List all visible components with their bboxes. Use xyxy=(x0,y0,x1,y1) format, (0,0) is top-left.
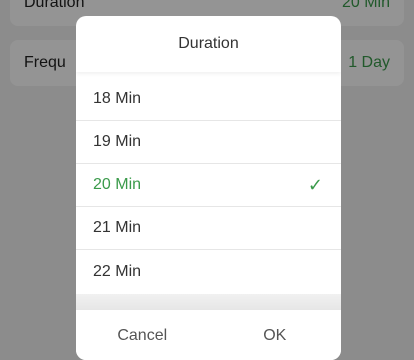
duration-picker-dialog: Duration 18 Min 19 Min 20 Min ✓ 21 Min 2… xyxy=(76,16,341,360)
check-icon: ✓ xyxy=(307,174,323,195)
option-item[interactable]: 22 Min xyxy=(76,250,341,293)
dialog-title: Duration xyxy=(76,16,341,72)
option-label: 20 Min xyxy=(93,176,142,193)
option-label: 19 Min xyxy=(93,133,142,150)
option-item-selected[interactable]: 20 Min ✓ xyxy=(76,164,341,207)
dialog-footer: Cancel OK xyxy=(76,312,341,360)
ok-button[interactable]: OK xyxy=(209,312,342,360)
list-scroll-fade xyxy=(76,294,341,310)
option-item[interactable]: 18 Min xyxy=(76,78,341,121)
cancel-button[interactable]: Cancel xyxy=(76,312,209,360)
options-list[interactable]: 18 Min 19 Min 20 Min ✓ 21 Min 22 Min xyxy=(76,78,341,293)
option-label: 21 Min xyxy=(93,219,142,236)
option-item[interactable]: 19 Min xyxy=(76,121,341,164)
option-label: 18 Min xyxy=(93,90,142,107)
option-item[interactable]: 21 Min xyxy=(76,207,341,250)
option-label: 22 Min xyxy=(93,262,142,280)
